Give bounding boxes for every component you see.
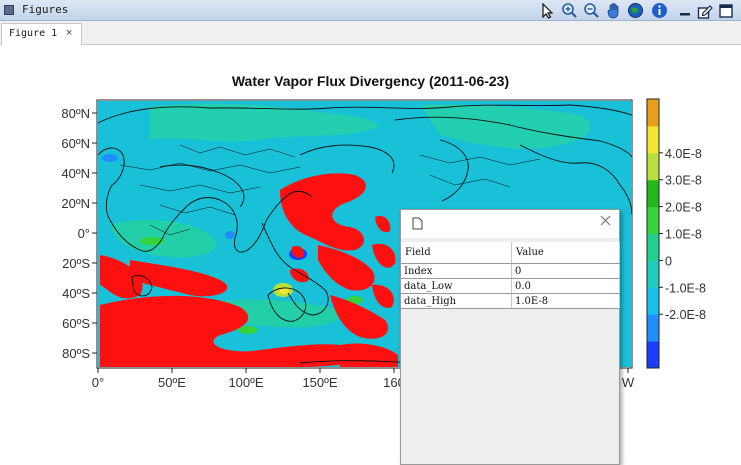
table-cell-field: Index — [401, 263, 512, 279]
zoom-in-icon[interactable] — [560, 1, 579, 20]
table-row[interactable]: Index 0 — [401, 263, 620, 279]
popup-header — [401, 210, 619, 238]
y-tick-label: 20ºN — [61, 196, 90, 211]
colorbar-tick-label: -1.0E-8 — [665, 281, 706, 295]
table-cell-field: data_Low — [401, 278, 512, 294]
info-icon[interactable] — [650, 1, 669, 20]
x-tick-label: 0° — [92, 375, 104, 390]
colorbar-tick-label: -2.0E-8 — [665, 308, 706, 322]
window-title: Figures — [22, 3, 69, 16]
tab-close-icon[interactable]: × — [66, 27, 72, 39]
minimize-icon[interactable] — [675, 1, 694, 20]
figure-tabstrip: Figure 1 × — [0, 21, 741, 45]
window-icon — [4, 5, 14, 15]
colorbar-tick-label: 3.0E-8 — [665, 174, 702, 188]
column-header-field[interactable]: Field — [401, 242, 512, 264]
zoom-out-icon[interactable] — [582, 1, 601, 20]
table-cell-value: 0.0 — [511, 278, 620, 294]
window-titlebar: Figures — [0, 0, 741, 21]
y-tick-label: 60ºS — [62, 316, 90, 331]
colorbar-band — [647, 206, 659, 234]
table-row[interactable]: data_Low 0.0 — [401, 278, 620, 294]
y-tick-label: 60ºN — [61, 136, 90, 151]
colorbar-band — [647, 125, 659, 154]
colorbar-tick-label: 1.0E-8 — [665, 228, 702, 242]
y-tick-label: 80ºN — [61, 106, 90, 121]
tab-label: Figure 1 — [9, 28, 58, 39]
heatmap-high — [238, 326, 258, 334]
colorbar-band — [647, 314, 659, 342]
x-tick-label: 150ºE — [302, 375, 337, 390]
attribute-table: Field Value Index 0 data_Low 0.0 data_Hi… — [401, 242, 620, 309]
map-plot[interactable]: 80ºN60ºN40ºN20ºN0°20ºS40ºS60ºS80ºS0° 50ºE… — [0, 45, 741, 431]
attribute-popup: Field Value Index 0 data_Low 0.0 data_Hi… — [400, 209, 620, 465]
x-tick-label: 100ºE — [228, 375, 263, 390]
document-icon — [412, 217, 423, 235]
tab-figure-1[interactable]: Figure 1 × — [1, 23, 82, 45]
y-tick-label: 40ºS — [62, 286, 90, 301]
colorbar-band — [647, 341, 659, 369]
heatmap-low — [225, 231, 235, 239]
globe-icon[interactable] — [626, 1, 645, 20]
colorbar-tick-label: 0 — [665, 254, 672, 268]
colorbar: 4.0E-8 3.0E-8 2.0E-8 1.0E-8 0 -1.0E-8 -2.0E-8 — [646, 98, 706, 369]
table-header-row: Field Value — [401, 242, 620, 264]
table-cell-field: data_High — [401, 293, 512, 309]
heatmap-high — [279, 288, 289, 294]
column-header-value[interactable]: Value — [511, 242, 620, 264]
colorbar-band — [647, 99, 659, 127]
table-cell-value: 0 — [511, 263, 620, 279]
y-tick-label: 20ºS — [62, 256, 90, 271]
colorbar-band — [647, 152, 659, 181]
pan-hand-icon[interactable] — [604, 1, 623, 20]
colorbar-band — [647, 179, 659, 208]
figure-canvas: Water Vapor Flux Divergency (2011-06-23) — [0, 45, 741, 465]
colorbar-tick-label: 2.0E-8 — [665, 201, 702, 215]
popup-close-icon[interactable] — [599, 214, 612, 231]
select-pointer-icon[interactable] — [538, 1, 557, 20]
table-cell-value: 1.0E-8 — [511, 293, 620, 309]
colorbar-band — [647, 287, 659, 315]
edit-document-icon[interactable] — [695, 1, 714, 20]
y-tick-label: 80ºS — [62, 346, 90, 361]
y-tick-label: 40ºN — [61, 166, 90, 181]
heatmap-low — [102, 154, 118, 162]
x-tick-label: W — [622, 375, 635, 390]
x-tick-label: 50ºE — [158, 375, 186, 390]
colorbar-tick-label: 4.0E-8 — [665, 147, 702, 161]
y-tick-label: 0° — [78, 226, 90, 241]
restore-icon[interactable] — [716, 1, 735, 20]
colorbar-band — [647, 233, 659, 261]
table-row[interactable]: data_High 1.0E-8 — [401, 293, 620, 309]
colorbar-band — [647, 260, 659, 288]
